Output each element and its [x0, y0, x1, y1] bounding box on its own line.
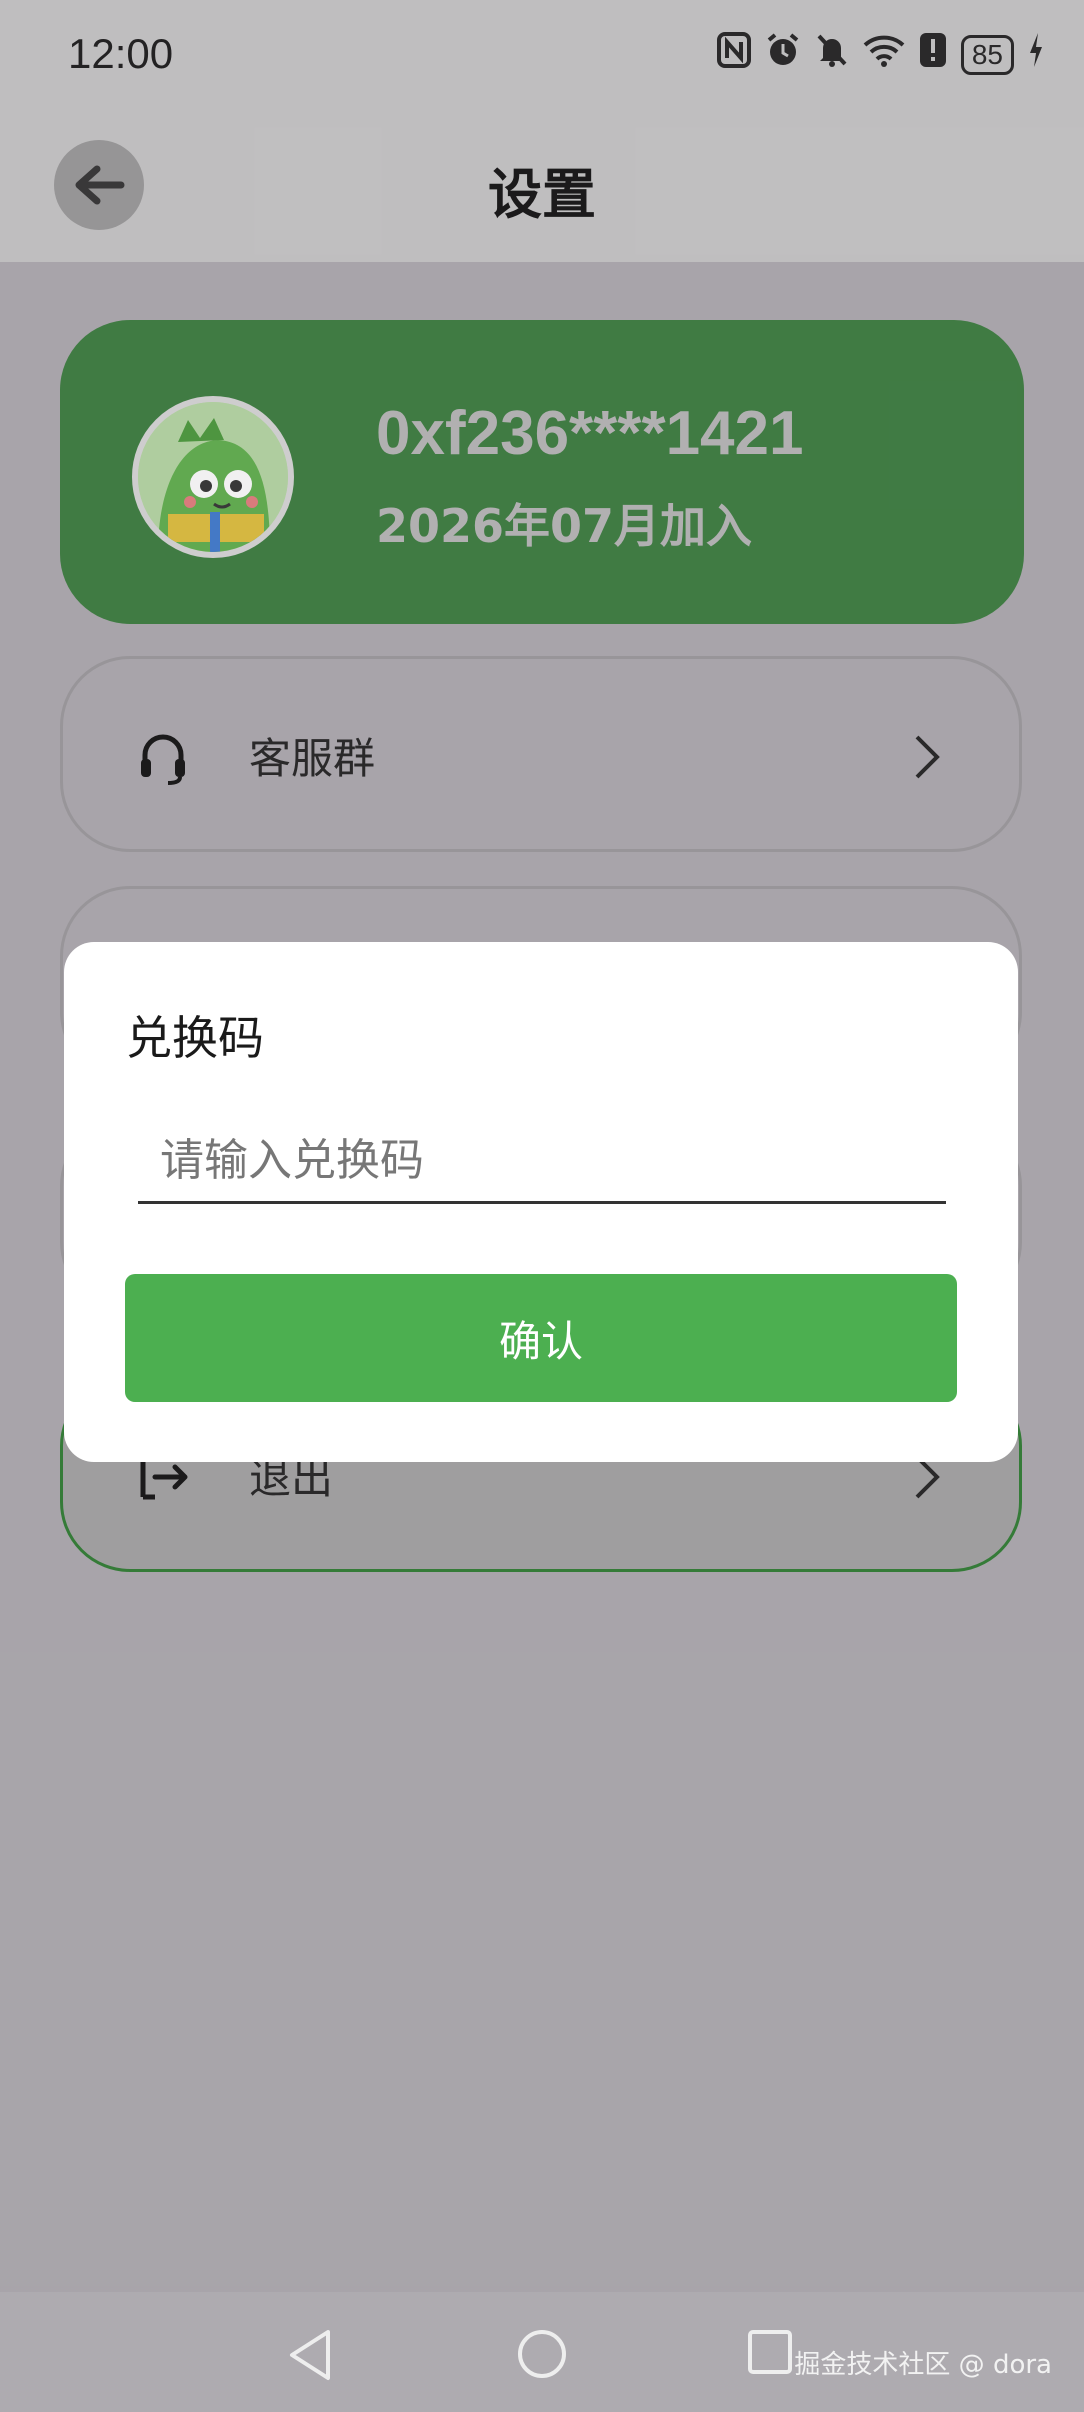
nav-recents-icon[interactable] [746, 2328, 794, 2376]
watermark: 掘金技术社区 @ dora [794, 2350, 1052, 2380]
redeem-code-input[interactable] [138, 1120, 946, 1204]
dialog-title: 兑换码 [126, 1011, 264, 1065]
nav-back-icon[interactable] [286, 2328, 334, 2382]
confirm-button[interactable]: 确认 [125, 1274, 957, 1402]
nav-home-icon[interactable] [516, 2328, 568, 2380]
redeem-code-dialog: 兑换码 确认 [64, 942, 1018, 1462]
